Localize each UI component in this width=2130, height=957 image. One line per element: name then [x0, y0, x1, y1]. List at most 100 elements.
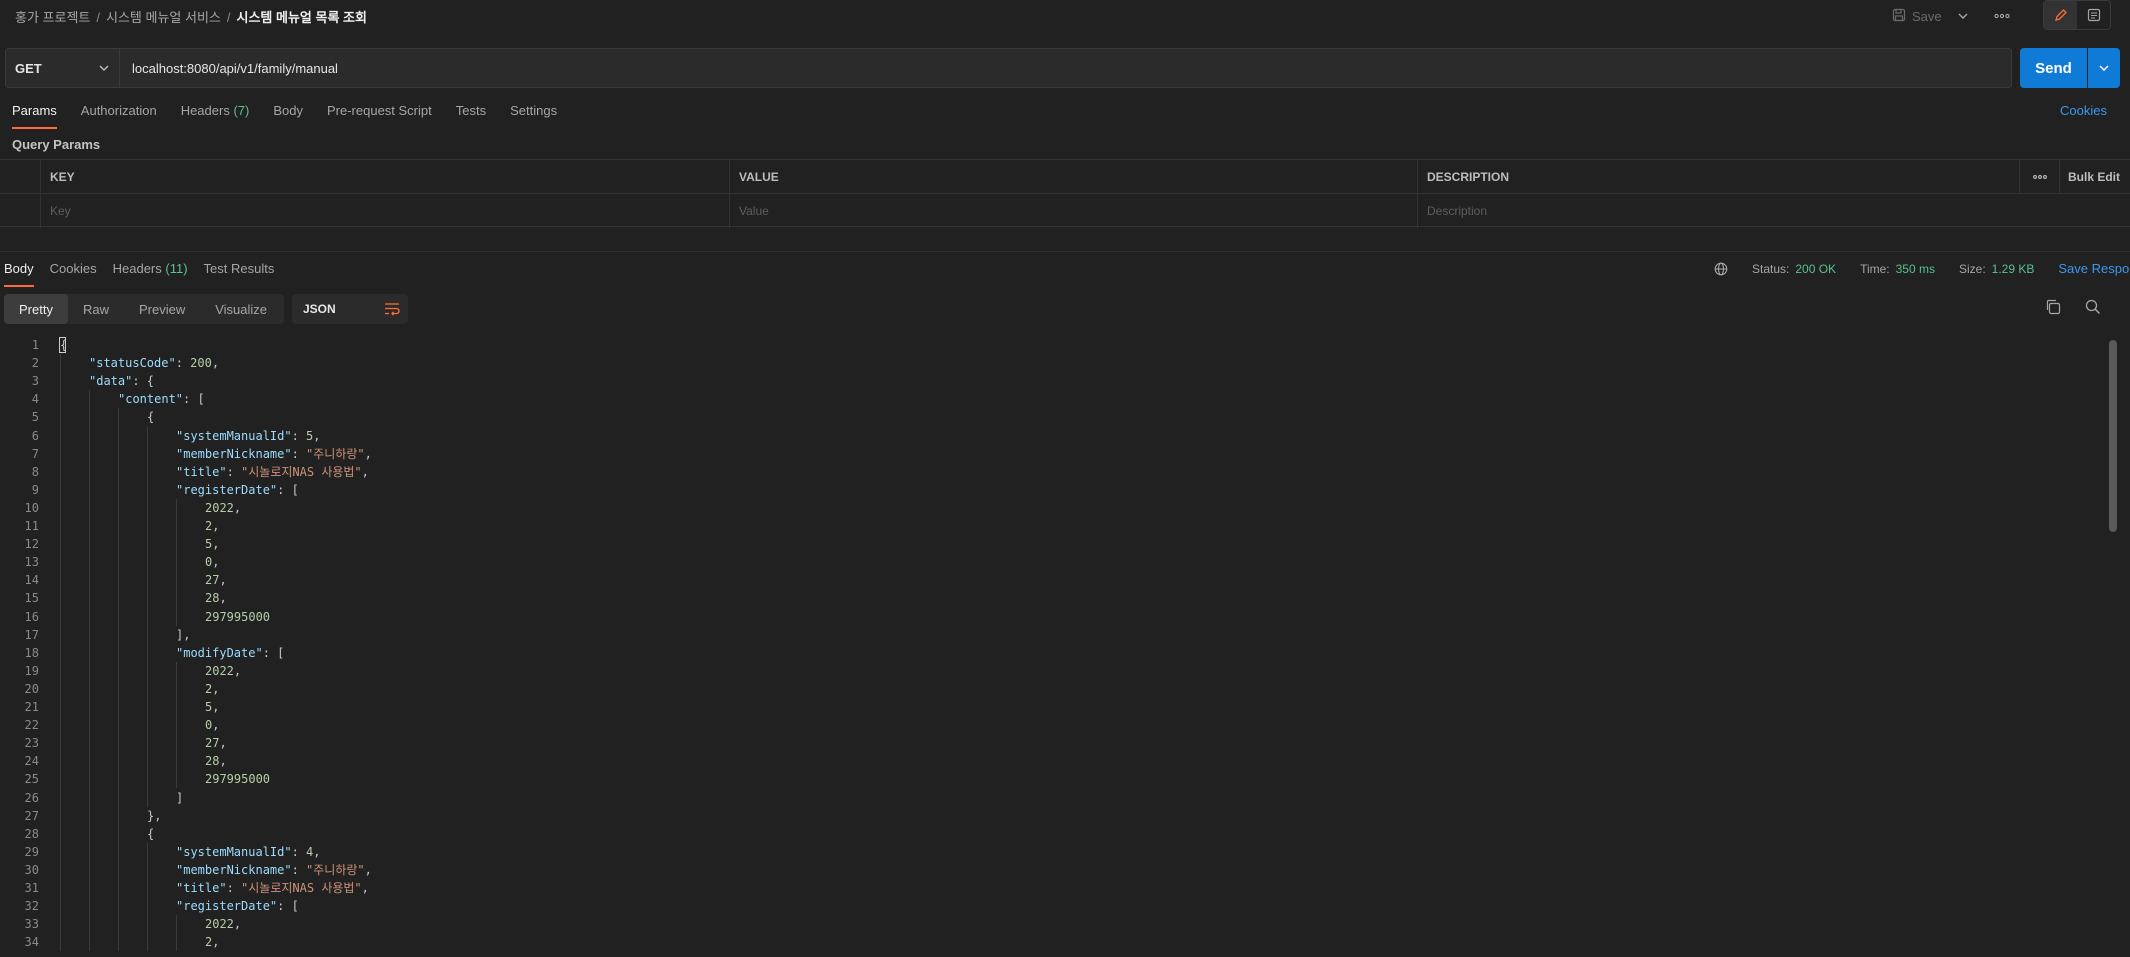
- wrap-lines-button[interactable]: [376, 294, 408, 324]
- code-text: "title": "시놀로지NAS 사용법",: [176, 463, 369, 481]
- line-number: 34: [24, 935, 39, 950]
- tab-settings[interactable]: Settings: [510, 103, 557, 129]
- bulk-edit-button[interactable]: Bulk Edit: [2059, 160, 2130, 194]
- code-text: "systemManualId": 5,: [176, 427, 321, 445]
- send-button[interactable]: Send: [2020, 48, 2087, 88]
- format-visualize[interactable]: Visualize: [200, 294, 282, 324]
- code-line: 2 "statusCode": 200,: [0, 354, 2100, 372]
- save-button[interactable]: Save: [1892, 6, 1942, 26]
- scrollbar-thumb[interactable]: [2109, 340, 2117, 532]
- code-text: "registerDate": [: [176, 897, 299, 915]
- code-token: "title": [176, 464, 227, 479]
- code-line: 28 {: [0, 825, 2100, 843]
- code-token: "시놀로지NAS 사용법": [241, 881, 362, 895]
- response-body-editor[interactable]: 1{2 "statusCode": 200, 3 "data": {4 "content…: [0, 336, 2106, 957]
- code-token: ,: [313, 844, 321, 859]
- documentation-mode-button[interactable]: [2077, 1, 2110, 29]
- editor-scrollbar[interactable]: [2108, 336, 2118, 957]
- code-token: : [: [262, 645, 285, 660]
- view-mode-toggle: [2043, 0, 2111, 30]
- code-line: 29 "systemManualId": 4,: [0, 843, 2100, 861]
- edit-mode-button[interactable]: [2044, 1, 2077, 29]
- code-token: 28: [205, 591, 220, 606]
- save-response-button[interactable]: Save Response: [2058, 261, 2130, 276]
- code-token: "주니하랑": [306, 862, 365, 877]
- line-number: 32: [24, 899, 39, 914]
- globe-icon[interactable]: [1714, 262, 1728, 276]
- time-value[interactable]: 350 ms: [1896, 262, 1935, 276]
- code-token: :: [291, 428, 307, 443]
- format-pretty[interactable]: Pretty: [4, 294, 68, 324]
- tab-response-headers[interactable]: Headers (11): [113, 261, 188, 287]
- code-token: :: [291, 862, 307, 877]
- tab-tests[interactable]: Tests: [456, 103, 486, 129]
- request-name[interactable]: 시스템 메뉴얼 목록 조회: [237, 10, 367, 25]
- tab-authorization[interactable]: Authorization: [81, 103, 157, 129]
- tab-test-results[interactable]: Test Results: [204, 261, 275, 287]
- code-token: {: [147, 826, 155, 841]
- line-number: 5: [31, 410, 39, 425]
- breadcrumb-item-service[interactable]: 시스템 메뉴얼 서비스: [106, 10, 221, 25]
- breadcrumb: 홍가 프로젝트 / 시스템 메뉴얼 서비스 / 시스템 메뉴얼 목록 조회: [15, 7, 367, 26]
- code-token: ,: [364, 862, 372, 877]
- search-icon: [2085, 299, 2101, 315]
- code-token: ,: [361, 464, 369, 479]
- method-label: GET: [15, 60, 42, 76]
- code-token: ,: [233, 663, 242, 678]
- indent-guide: [147, 426, 148, 807]
- copy-response-button[interactable]: [2044, 298, 2066, 320]
- tab-params[interactable]: Params: [12, 103, 57, 129]
- code-token: ,: [212, 555, 220, 570]
- url-input[interactable]: localhost:8080/api/v1/family/manual: [119, 48, 2012, 88]
- format-raw[interactable]: Raw: [68, 294, 124, 324]
- code-token: ,: [219, 591, 227, 606]
- size-value[interactable]: 1.29 KB: [1992, 262, 2035, 276]
- code-token: "title": [176, 881, 227, 895]
- tab-headers[interactable]: Headers (7): [181, 103, 250, 129]
- status-value[interactable]: 200 OK: [1795, 262, 1836, 276]
- line-number: 23: [24, 736, 39, 751]
- line-number: 20: [24, 681, 39, 696]
- response-tabs: Body Cookies Headers (11) Test Results: [4, 261, 290, 287]
- code-token: 200: [190, 356, 212, 371]
- save-icon: [1892, 8, 1906, 25]
- breadcrumb-item-project[interactable]: 홍가 프로젝트: [15, 10, 90, 25]
- chevron-down-icon: [99, 65, 109, 71]
- tab-body[interactable]: Body: [273, 103, 303, 129]
- code-token: : [: [183, 392, 205, 407]
- send-dropdown-button[interactable]: [2088, 48, 2120, 88]
- param-value-input[interactable]: Value: [729, 194, 1417, 228]
- code-token: ]: [176, 790, 184, 805]
- tab-response-cookies[interactable]: Cookies: [50, 261, 97, 287]
- param-description-input[interactable]: Description: [1417, 194, 2019, 228]
- code-token: :: [175, 356, 191, 371]
- code-token: {: [147, 410, 155, 425]
- code-token: ],: [176, 627, 191, 642]
- code-line: 26]: [0, 789, 2100, 807]
- code-token: ,: [211, 356, 220, 371]
- tab-response-body[interactable]: Body: [4, 261, 34, 287]
- search-response-button[interactable]: [2084, 298, 2106, 320]
- row-checkbox[interactable]: [0, 194, 40, 228]
- column-header-description: DESCRIPTION: [1417, 160, 2019, 194]
- column-options-button[interactable]: [2019, 160, 2059, 194]
- cookies-link[interactable]: Cookies: [2060, 103, 2107, 118]
- code-text: 0,: [205, 553, 219, 571]
- code-line: 12 5,: [0, 535, 2100, 553]
- more-horizontal-icon: [1994, 13, 2010, 19]
- time-label: Time:: [1860, 261, 1890, 276]
- pane-divider[interactable]: [0, 251, 2130, 252]
- tab-pre-request-script[interactable]: Pre-request Script: [327, 103, 432, 129]
- line-number: 19: [24, 663, 39, 678]
- more-options-button[interactable]: [1990, 4, 2014, 28]
- format-preview[interactable]: Preview: [124, 294, 200, 324]
- line-number: 17: [24, 627, 39, 642]
- code-line: 10 2022,: [0, 499, 2100, 517]
- code-token: ,: [212, 718, 220, 733]
- response-headers-count: (11): [165, 261, 188, 276]
- save-dropdown-button[interactable]: [1952, 4, 1974, 28]
- indent-guide: [176, 915, 177, 952]
- param-key-input[interactable]: Key: [40, 194, 729, 228]
- method-select[interactable]: GET: [5, 48, 119, 88]
- top-bar: 홍가 프로젝트 / 시스템 메뉴얼 서비스 / 시스템 메뉴얼 목록 조회 Save: [0, 0, 2130, 30]
